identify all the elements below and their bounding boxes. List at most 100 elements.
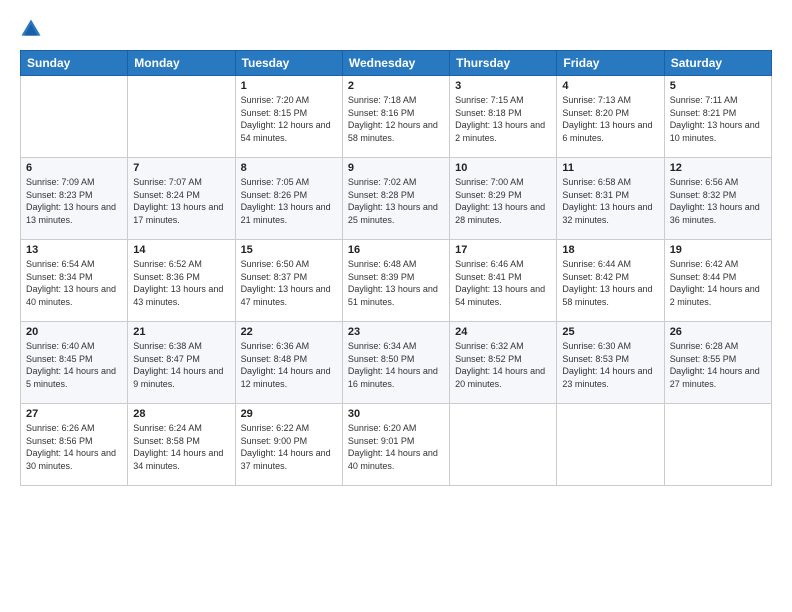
day-info: Sunrise: 7:09 AMSunset: 8:23 PMDaylight:… — [26, 176, 122, 226]
day-number: 4 — [562, 80, 658, 92]
calendar-day-cell: 13 Sunrise: 6:54 AMSunset: 8:34 PMDayligh… — [21, 240, 128, 322]
day-info: Sunrise: 6:58 AMSunset: 8:31 PMDaylight:… — [562, 176, 658, 226]
calendar-day-cell: 2 Sunrise: 7:18 AMSunset: 8:16 PMDaylight… — [342, 76, 449, 158]
day-number: 11 — [562, 162, 658, 174]
day-number: 10 — [455, 162, 551, 174]
calendar: SundayMondayTuesdayWednesdayThursdayFrid… — [20, 50, 772, 486]
calendar-day-cell: 10 Sunrise: 7:00 AMSunset: 8:29 PMDayligh… — [450, 158, 557, 240]
calendar-day-cell: 11 Sunrise: 6:58 AMSunset: 8:31 PMDayligh… — [557, 158, 664, 240]
day-number: 22 — [241, 326, 337, 338]
day-info: Sunrise: 6:44 AMSunset: 8:42 PMDaylight:… — [562, 258, 658, 308]
day-number: 17 — [455, 244, 551, 256]
calendar-day-cell: 24Sunrise: 6:32 AMSunset: 8:52 PMDayligh… — [450, 322, 557, 404]
calendar-day-cell: 19Sunrise: 6:42 AMSunset: 8:44 PMDayligh… — [664, 240, 771, 322]
day-info: Sunrise: 7:05 AMSunset: 8:26 PMDaylight:… — [241, 176, 337, 226]
calendar-day-cell: 5Sunrise: 7:11 AMSunset: 8:21 PMDaylight… — [664, 76, 771, 158]
calendar-day-cell: 29 Sunrise: 6:22 AMSunset: 9:00 PMDayligh… — [235, 404, 342, 486]
day-number: 30 — [348, 408, 444, 420]
day-number: 9 — [348, 162, 444, 174]
day-number: 1 — [241, 80, 337, 92]
day-info: Sunrise: 6:52 AMSunset: 8:36 PMDaylight:… — [133, 258, 229, 308]
weekday-header: Sunday — [21, 51, 128, 76]
calendar-week-row: 6 Sunrise: 7:09 AMSunset: 8:23 PMDaylight… — [21, 158, 772, 240]
day-info: Sunrise: 6:56 AMSunset: 8:32 PMDaylight:… — [670, 176, 766, 226]
day-info: Sunrise: 6:22 AMSunset: 9:00 PMDaylight:… — [241, 422, 337, 472]
day-number: 12 — [670, 162, 766, 174]
calendar-header-row: SundayMondayTuesdayWednesdayThursdayFrid… — [21, 51, 772, 76]
day-info: Sunrise: 6:30 AMSunset: 8:53 PMDaylight:… — [562, 340, 658, 390]
weekday-header: Tuesday — [235, 51, 342, 76]
page: SundayMondayTuesdayWednesdayThursdayFrid… — [0, 0, 792, 612]
calendar-day-cell: 14 Sunrise: 6:52 AMSunset: 8:36 PMDayligh… — [128, 240, 235, 322]
day-info: Sunrise: 6:28 AMSunset: 8:55 PMDaylight:… — [670, 340, 766, 390]
calendar-day-cell: 7 Sunrise: 7:07 AMSunset: 8:24 PMDaylight… — [128, 158, 235, 240]
day-number: 6 — [26, 162, 122, 174]
calendar-day-cell: 4Sunrise: 7:13 AMSunset: 8:20 PMDaylight… — [557, 76, 664, 158]
day-number: 13 — [26, 244, 122, 256]
weekday-header: Monday — [128, 51, 235, 76]
calendar-day-cell: 1 Sunrise: 7:20 AMSunset: 8:15 PMDaylight… — [235, 76, 342, 158]
day-info: Sunrise: 6:24 AMSunset: 8:58 PMDaylight:… — [133, 422, 229, 472]
calendar-day-cell: 9 Sunrise: 7:02 AMSunset: 8:28 PMDaylight… — [342, 158, 449, 240]
day-info: Sunrise: 6:36 AMSunset: 8:48 PMDaylight:… — [241, 340, 337, 390]
header — [20, 18, 772, 40]
day-info: Sunrise: 6:48 AMSunset: 8:39 PMDaylight:… — [348, 258, 444, 308]
calendar-day-cell: 6 Sunrise: 7:09 AMSunset: 8:23 PMDaylight… — [21, 158, 128, 240]
day-info: Sunrise: 6:38 AMSunset: 8:47 PMDaylight:… — [133, 340, 229, 390]
weekday-header: Thursday — [450, 51, 557, 76]
day-number: 8 — [241, 162, 337, 174]
day-number: 16 — [348, 244, 444, 256]
day-number: 27 — [26, 408, 122, 420]
day-number: 21 — [133, 326, 229, 338]
calendar-day-cell: 22 Sunrise: 6:36 AMSunset: 8:48 PMDayligh… — [235, 322, 342, 404]
calendar-day-cell: 16 Sunrise: 6:48 AMSunset: 8:39 PMDayligh… — [342, 240, 449, 322]
calendar-day-cell: 23 Sunrise: 6:34 AMSunset: 8:50 PMDayligh… — [342, 322, 449, 404]
logo-icon — [20, 18, 42, 40]
day-number: 24 — [455, 326, 551, 338]
calendar-week-row: 13 Sunrise: 6:54 AMSunset: 8:34 PMDayligh… — [21, 240, 772, 322]
calendar-day-cell — [664, 404, 771, 486]
calendar-day-cell — [128, 76, 235, 158]
day-number: 15 — [241, 244, 337, 256]
day-info: Sunrise: 7:18 AMSunset: 8:16 PMDaylight:… — [348, 94, 444, 144]
day-number: 29 — [241, 408, 337, 420]
calendar-day-cell: 28 Sunrise: 6:24 AMSunset: 8:58 PMDayligh… — [128, 404, 235, 486]
calendar-day-cell: 20Sunrise: 6:40 AMSunset: 8:45 PMDayligh… — [21, 322, 128, 404]
day-number: 28 — [133, 408, 229, 420]
calendar-day-cell: 21 Sunrise: 6:38 AMSunset: 8:47 PMDayligh… — [128, 322, 235, 404]
day-number: 7 — [133, 162, 229, 174]
day-number: 14 — [133, 244, 229, 256]
calendar-week-row: 20Sunrise: 6:40 AMSunset: 8:45 PMDayligh… — [21, 322, 772, 404]
calendar-day-cell: 18 Sunrise: 6:44 AMSunset: 8:42 PMDayligh… — [557, 240, 664, 322]
calendar-week-row: 1 Sunrise: 7:20 AMSunset: 8:15 PMDaylight… — [21, 76, 772, 158]
day-number: 19 — [670, 244, 766, 256]
calendar-day-cell: 12 Sunrise: 6:56 AMSunset: 8:32 PMDayligh… — [664, 158, 771, 240]
day-info: Sunrise: 7:07 AMSunset: 8:24 PMDaylight:… — [133, 176, 229, 226]
day-number: 2 — [348, 80, 444, 92]
day-info: Sunrise: 6:40 AMSunset: 8:45 PMDaylight:… — [26, 340, 122, 390]
day-info: Sunrise: 6:34 AMSunset: 8:50 PMDaylight:… — [348, 340, 444, 390]
calendar-week-row: 27Sunrise: 6:26 AMSunset: 8:56 PMDayligh… — [21, 404, 772, 486]
day-number: 3 — [455, 80, 551, 92]
day-info: Sunrise: 7:15 AMSunset: 8:18 PMDaylight:… — [455, 94, 551, 144]
day-info: Sunrise: 6:20 AMSunset: 9:01 PMDaylight:… — [348, 422, 444, 472]
calendar-day-cell: 3 Sunrise: 7:15 AMSunset: 8:18 PMDaylight… — [450, 76, 557, 158]
weekday-header: Friday — [557, 51, 664, 76]
calendar-day-cell: 27Sunrise: 6:26 AMSunset: 8:56 PMDayligh… — [21, 404, 128, 486]
day-info: Sunrise: 6:46 AMSunset: 8:41 PMDaylight:… — [455, 258, 551, 308]
day-info: Sunrise: 7:11 AMSunset: 8:21 PMDaylight:… — [670, 94, 766, 144]
calendar-day-cell: 30 Sunrise: 6:20 AMSunset: 9:01 PMDayligh… — [342, 404, 449, 486]
day-number: 18 — [562, 244, 658, 256]
day-info: Sunrise: 7:00 AMSunset: 8:29 PMDaylight:… — [455, 176, 551, 226]
day-info: Sunrise: 7:02 AMSunset: 8:28 PMDaylight:… — [348, 176, 444, 226]
day-number: 23 — [348, 326, 444, 338]
calendar-day-cell: 26 Sunrise: 6:28 AMSunset: 8:55 PMDayligh… — [664, 322, 771, 404]
calendar-day-cell — [450, 404, 557, 486]
day-number: 26 — [670, 326, 766, 338]
calendar-day-cell: 8 Sunrise: 7:05 AMSunset: 8:26 PMDaylight… — [235, 158, 342, 240]
day-info: Sunrise: 7:20 AMSunset: 8:15 PMDaylight:… — [241, 94, 337, 144]
calendar-day-cell — [557, 404, 664, 486]
logo — [20, 18, 46, 40]
day-info: Sunrise: 6:54 AMSunset: 8:34 PMDaylight:… — [26, 258, 122, 308]
day-number: 25 — [562, 326, 658, 338]
